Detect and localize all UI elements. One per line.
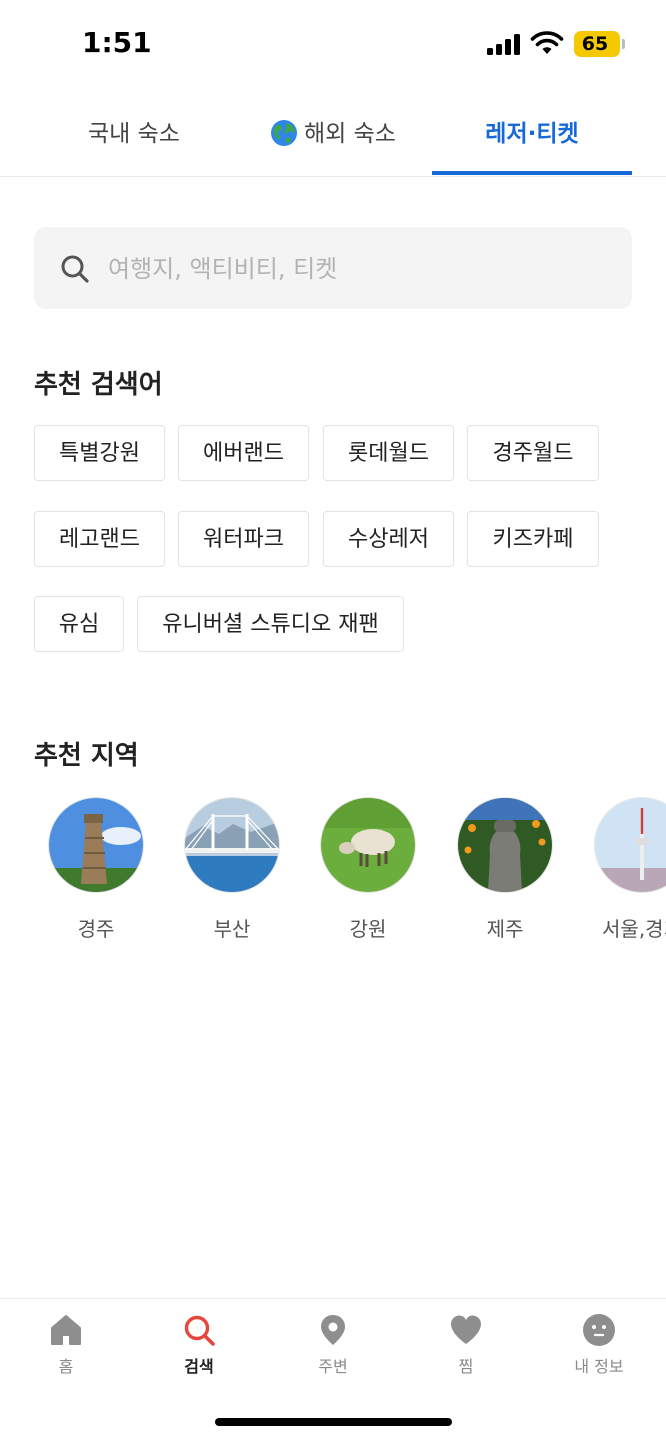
nav-home[interactable]: 홈	[16, 1313, 116, 1377]
region-item-gyeongju[interactable]: 경주	[36, 797, 156, 942]
keyword-chip[interactable]: 유니버셜 스튜디오 재팬	[137, 596, 404, 652]
region-photo	[320, 797, 416, 893]
search-bar[interactable]	[34, 227, 632, 311]
keyword-chip[interactable]: 키즈카페	[467, 511, 599, 567]
tab-domestic-stay[interactable]: 국내 숙소	[34, 100, 234, 176]
home-indicator	[215, 1418, 452, 1426]
keyword-chip[interactable]: 워터파크	[178, 511, 309, 567]
location-pin-icon	[321, 1315, 345, 1345]
active-tab-indicator	[432, 171, 632, 175]
keyword-chip[interactable]: 수상레저	[323, 511, 454, 567]
region-label: 강원	[349, 917, 387, 941]
tab-label: 해외 숙소	[304, 121, 396, 147]
profile-face-icon	[583, 1314, 615, 1346]
region-item-seoul-gyeonggi[interactable]: 서울,경기	[582, 797, 666, 942]
region-label: 제주	[486, 917, 524, 941]
nav-nearby[interactable]: 주변	[283, 1313, 383, 1377]
region-item-busan[interactable]: 부산	[172, 797, 292, 942]
keyword-chip[interactable]: 경주월드	[467, 425, 599, 481]
nav-search[interactable]: 검색	[149, 1313, 249, 1377]
region-label: 서울,경기	[602, 917, 666, 941]
keyword-chip[interactable]: 레고랜드	[34, 511, 165, 567]
search-icon	[184, 1315, 215, 1346]
tab-overseas-stay[interactable]: 해외 숙소	[234, 100, 432, 176]
search-input[interactable]	[106, 227, 610, 311]
nav-label: 홈	[58, 1357, 74, 1376]
tab-leisure-ticket[interactable]: 레저·티켓	[432, 100, 632, 176]
keyword-chip[interactable]: 유심	[34, 596, 124, 652]
recommended-regions-title: 추천 지역	[34, 741, 139, 771]
keyword-chip[interactable]: 에버랜드	[178, 425, 309, 481]
tab-label: 레저·티켓	[485, 121, 579, 147]
region-photo	[48, 797, 144, 893]
status-time: 1:51	[82, 26, 152, 59]
region-photo	[594, 797, 666, 893]
battery-level: 65	[581, 33, 609, 55]
recommended-keywords-title: 추천 검색어	[34, 370, 163, 400]
status-bar: 1:51 65	[0, 0, 666, 90]
heart-icon	[451, 1315, 481, 1344]
home-icon	[51, 1315, 81, 1345]
region-label: 경주	[77, 917, 115, 941]
region-label: 부산	[213, 917, 251, 941]
nav-my-info[interactable]: 내 정보	[549, 1313, 649, 1377]
nav-label: 주변	[318, 1357, 348, 1376]
cellular-signal-icon	[487, 33, 521, 55]
globe-icon	[271, 120, 298, 146]
keyword-chip[interactable]: 롯데월드	[323, 425, 454, 481]
region-photo	[457, 797, 553, 893]
region-item-jeju[interactable]: 제주	[445, 797, 565, 942]
battery-icon: 65	[574, 31, 625, 57]
nav-label: 검색	[184, 1357, 214, 1376]
category-tabs: 국내 숙소 해외 숙소 레저·티켓	[0, 100, 666, 177]
region-item-gangwon[interactable]: 강원	[308, 797, 428, 942]
search-icon	[61, 255, 89, 283]
nav-label: 내 정보	[574, 1357, 624, 1376]
keyword-chip[interactable]: 특별강원	[34, 425, 165, 481]
nav-label: 찜	[458, 1357, 474, 1376]
region-photo	[184, 797, 280, 893]
tab-label: 국내 숙소	[88, 121, 180, 147]
nav-wishlist[interactable]: 찜	[416, 1313, 516, 1377]
wifi-icon	[530, 31, 564, 54]
